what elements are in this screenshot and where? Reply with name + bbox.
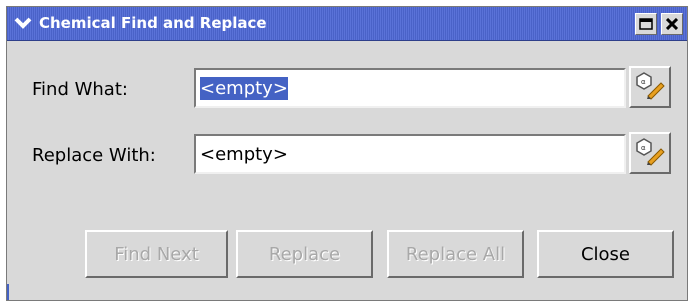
molecule-edit-icon: α xyxy=(635,70,665,104)
svg-text:α: α xyxy=(641,78,646,86)
find-replace-dialog: Chemical Find and Replace Find What: <em… xyxy=(6,6,688,301)
find-what-input[interactable]: <empty> xyxy=(194,68,626,108)
find-structure-button[interactable]: α xyxy=(629,66,671,108)
resize-corner xyxy=(7,284,9,300)
close-x-icon[interactable] xyxy=(661,13,683,35)
maximize-icon[interactable] xyxy=(635,13,657,35)
find-what-value: <empty> xyxy=(200,76,288,100)
replace-with-label: Replace With: xyxy=(32,145,156,166)
find-what-label: Find What: xyxy=(32,79,128,100)
title-bar[interactable]: Chemical Find and Replace xyxy=(7,7,687,41)
chevron-down-icon[interactable] xyxy=(13,13,33,33)
svg-text:α: α xyxy=(641,144,646,152)
replace-all-button[interactable]: Replace All xyxy=(387,230,524,278)
replace-button[interactable]: Replace xyxy=(236,230,373,278)
find-next-button[interactable]: Find Next xyxy=(85,230,228,278)
replace-with-input[interactable]: <empty> xyxy=(194,134,626,174)
window-title: Chemical Find and Replace xyxy=(39,14,267,32)
replace-with-value: <empty> xyxy=(200,143,288,165)
molecule-edit-icon: α xyxy=(635,136,665,170)
replace-structure-button[interactable]: α xyxy=(629,132,671,174)
close-button[interactable]: Close xyxy=(537,230,674,278)
